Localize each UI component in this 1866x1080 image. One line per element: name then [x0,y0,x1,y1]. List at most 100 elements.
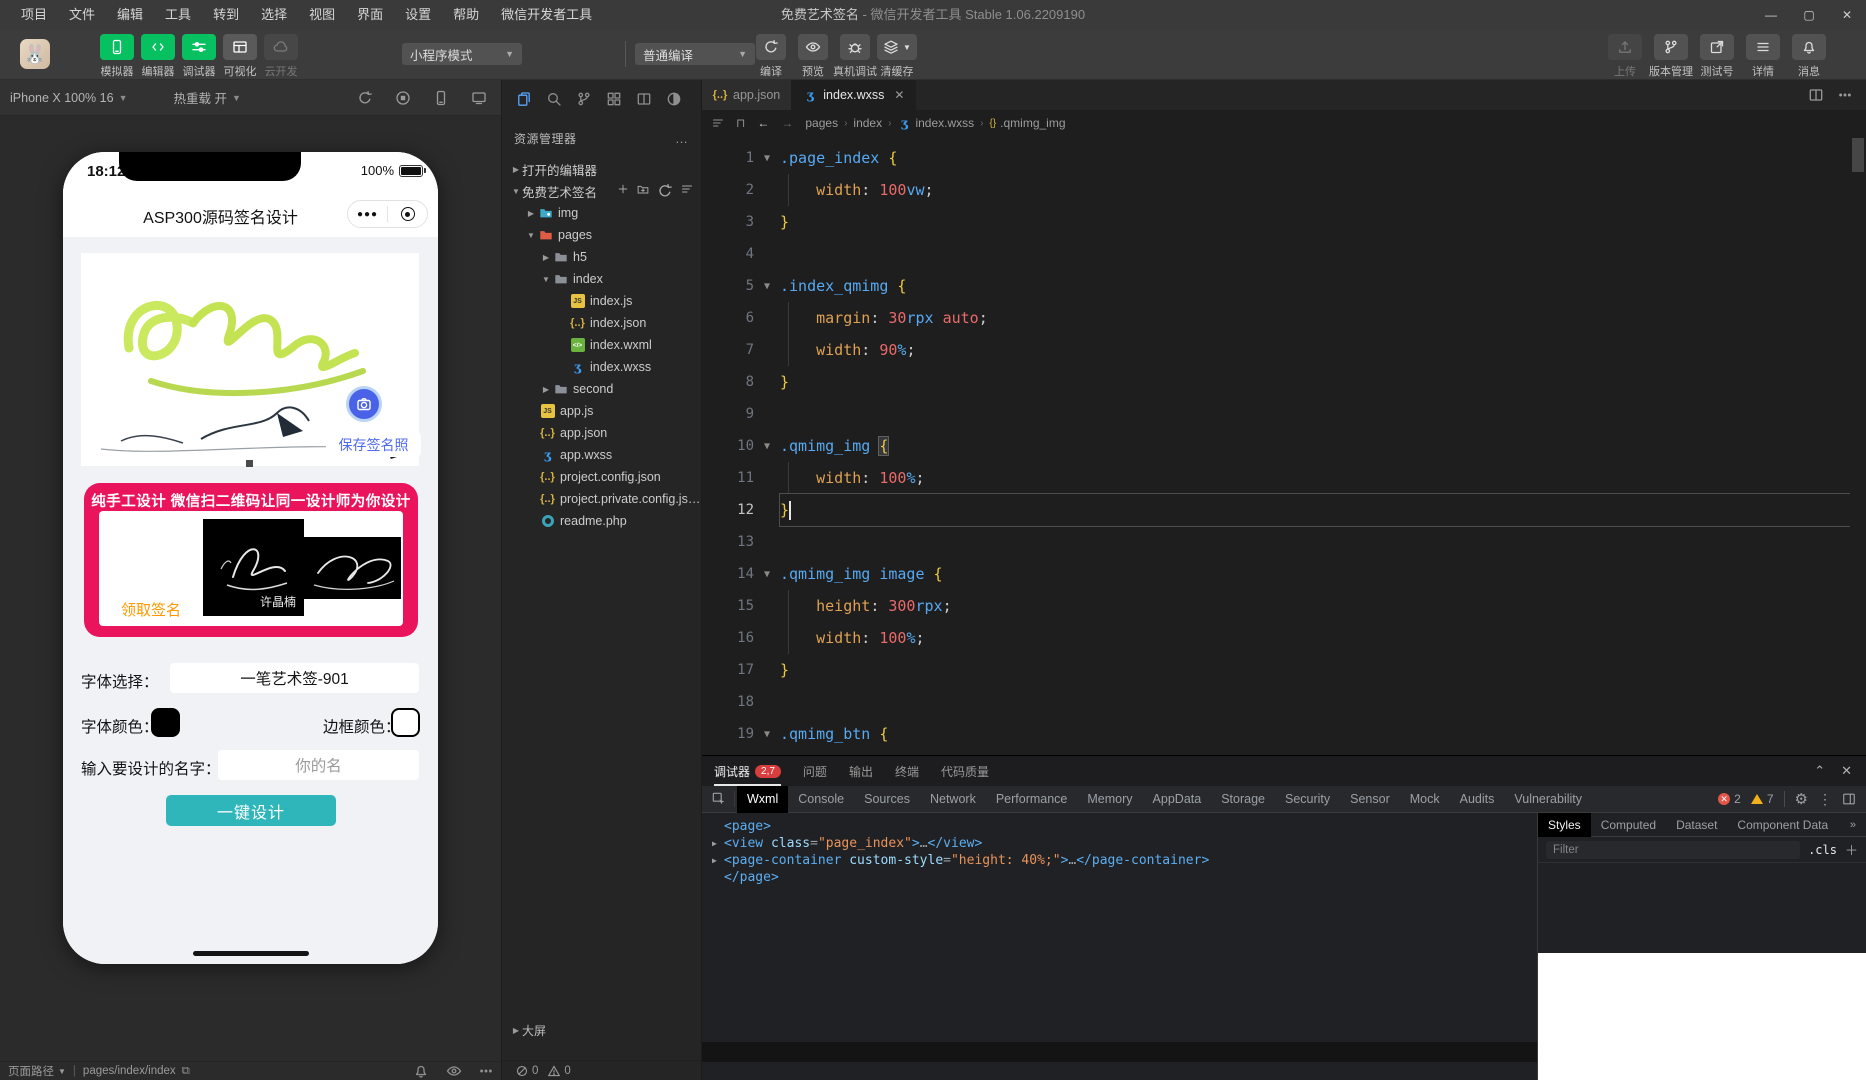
capsule-more-icon[interactable]: ●●● [348,209,387,220]
panel-tab-问题[interactable]: 问题 [803,756,827,786]
toolbar-上传-button[interactable]: 上传 [1608,34,1642,79]
tree-item-免费艺术签名[interactable]: ▼免费艺术签名 [502,180,701,202]
breadcrumb-index.wxss[interactable]: ʒindex.wxss [897,116,974,130]
tree-item-img[interactable]: ▶ img [502,202,701,224]
fold-chevron-icon[interactable]: ▼ [754,153,780,164]
mode-select[interactable]: 小程序模式▼ [402,43,522,65]
menu-帮助[interactable]: 帮助 [442,0,490,30]
devtools-tab-Wxml[interactable]: Wxml [737,786,788,813]
devtools-tab-Sensor[interactable]: Sensor [1340,786,1400,813]
more-icon[interactable] [1838,88,1852,102]
files-icon[interactable] [516,91,532,107]
menu-选择[interactable]: 选择 [250,0,298,30]
problems-status[interactable]: 0 0 [502,1060,701,1080]
wxml-tree[interactable]: <page> ▶<view class="page_index">…</view… [702,813,1537,1080]
devtools-tab-Performance[interactable]: Performance [986,786,1078,813]
collapse-icon[interactable]: ⌃ [1814,763,1825,779]
tree-item-readme.php[interactable]: readme.php [502,510,701,532]
devtools-tab-Memory[interactable]: Memory [1077,786,1142,813]
dock-side-icon[interactable] [1842,792,1856,806]
name-input[interactable]: 你的名 [218,750,419,780]
page-path-label[interactable]: 页面路径 [8,1063,54,1079]
menu-视图[interactable]: 视图 [298,0,346,30]
devtools-tab-Security[interactable]: Security [1275,786,1340,813]
tree-item-index.wxml[interactable]: </>index.wxml [502,334,701,356]
more-icon[interactable] [479,1064,493,1078]
tree-item-index[interactable]: ▼ index [502,268,701,290]
toolbar-详情-button[interactable]: 详情 [1746,34,1780,79]
toolbar-版本管理-button[interactable]: 版本管理 [1654,34,1688,79]
fold-chevron-icon[interactable]: ▼ [754,729,780,740]
toolbar-调试器-button[interactable]: 调试器 [182,34,216,79]
toolbar-真机调试-button[interactable]: 真机调试 [838,34,872,79]
device-select[interactable]: iPhone X 100% 16▼ [0,80,137,115]
split-icon[interactable] [636,91,652,107]
toolbar-模拟器-button[interactable]: 模拟器 [100,34,134,79]
minimize-icon[interactable]: — [1752,0,1790,30]
inspect-element-icon[interactable] [702,791,735,807]
camera-button[interactable] [346,386,382,422]
breadcrumb-index[interactable]: index [853,116,882,130]
panel-tab-终端[interactable]: 终端 [895,756,919,786]
bell-icon[interactable] [413,1063,429,1079]
capsule-exit-icon[interactable] [388,207,427,221]
fold-chevron-icon[interactable]: ▼ [754,569,780,580]
toolbar-清缓存-button[interactable]: ▼ 清缓存 [880,34,914,79]
bookmark-icon[interactable]: ⊓ [736,116,745,130]
toolbar-云开发-button[interactable]: 云开发 [264,34,298,79]
record-icon[interactable] [395,90,411,106]
refresh-icon[interactable] [657,183,673,199]
menu-项目[interactable]: 项目 [10,0,58,30]
styles-tab-Dataset[interactable]: Dataset [1666,813,1727,837]
console-errors[interactable]: ✕ 2 [1718,792,1741,806]
monitor-icon[interactable] [471,90,487,106]
window-icon[interactable] [606,91,622,107]
border-color-swatch[interactable] [391,708,420,737]
devtools-tab-Console[interactable]: Console [788,786,854,813]
claim-signature-link[interactable]: 领取签名 [121,599,181,620]
tree-item-app.wxss[interactable]: ʒapp.wxss [502,444,701,466]
new-folder-icon[interactable] [637,183,649,199]
gear-icon[interactable]: ⚙ [1795,790,1808,808]
breadcrumb-pages[interactable]: pages [805,116,838,130]
font-select-input[interactable]: 一笔艺术签-901 [170,663,419,693]
toolbar-可视化-button[interactable]: 可视化 [223,34,257,79]
refresh-icon[interactable] [357,90,373,106]
user-avatar[interactable]: 🐰 [20,39,50,69]
maximize-icon[interactable]: ▢ [1790,0,1828,30]
toolbar-消息-button[interactable]: 消息 [1792,34,1826,79]
console-warnings[interactable]: 7 [1751,792,1774,806]
tree-item-index.json[interactable]: {..}index.json [502,312,701,334]
outline-icon[interactable] [712,117,724,129]
toolbar-测试号-button[interactable]: 测试号 [1700,34,1734,79]
tree-item-project.config.json[interactable]: {..}project.config.json [502,466,701,488]
fold-chevron-icon[interactable]: ▼ [754,441,780,452]
devtools-tab-Storage[interactable]: Storage [1211,786,1275,813]
kebab-menu-icon[interactable]: ⋮ [1818,791,1832,808]
tree-item-pages[interactable]: ▼ pages [502,224,701,246]
menu-文件[interactable]: 文件 [58,0,106,30]
designer-banner[interactable]: 纯手工设计 微信扫二维码让同一设计师为你设计 许晶楠 [84,483,418,637]
branch-icon[interactable] [576,91,592,107]
close-icon[interactable]: ✕ [1841,763,1852,779]
design-submit-button[interactable]: 一键设计 [166,795,336,826]
editor-scrollbar[interactable] [1852,138,1864,172]
tree-item-app.json[interactable]: {..}app.json [502,422,701,444]
big-screen-section[interactable]: ▶ 大屏 [502,1020,701,1040]
new-file-icon[interactable] [617,183,629,199]
tree-item-second[interactable]: ▶ second [502,378,701,400]
panel-tab-输出[interactable]: 输出 [849,756,873,786]
compile-select[interactable]: 普通编译▼ [635,43,755,65]
cls-toggle[interactable]: .cls [1808,843,1837,857]
menu-编辑[interactable]: 编辑 [106,0,154,30]
panel-tab-代码质量[interactable]: 代码质量 [941,756,989,786]
fold-chevron-icon[interactable]: ▼ [754,281,780,292]
editor-tab-app.json[interactable]: {..}app.json [702,80,792,110]
tree-item-h5[interactable]: ▶ h5 [502,246,701,268]
hot-reload-select[interactable]: 热重载 开▼ [163,80,250,115]
tree-item-index.js[interactable]: JSindex.js [502,290,701,312]
toolbar-预览-button[interactable]: 预览 [796,34,830,79]
resize-handle[interactable] [246,460,253,467]
wxml-node[interactable]: </page> [712,869,1537,886]
devtools-tab-Sources[interactable]: Sources [854,786,920,813]
